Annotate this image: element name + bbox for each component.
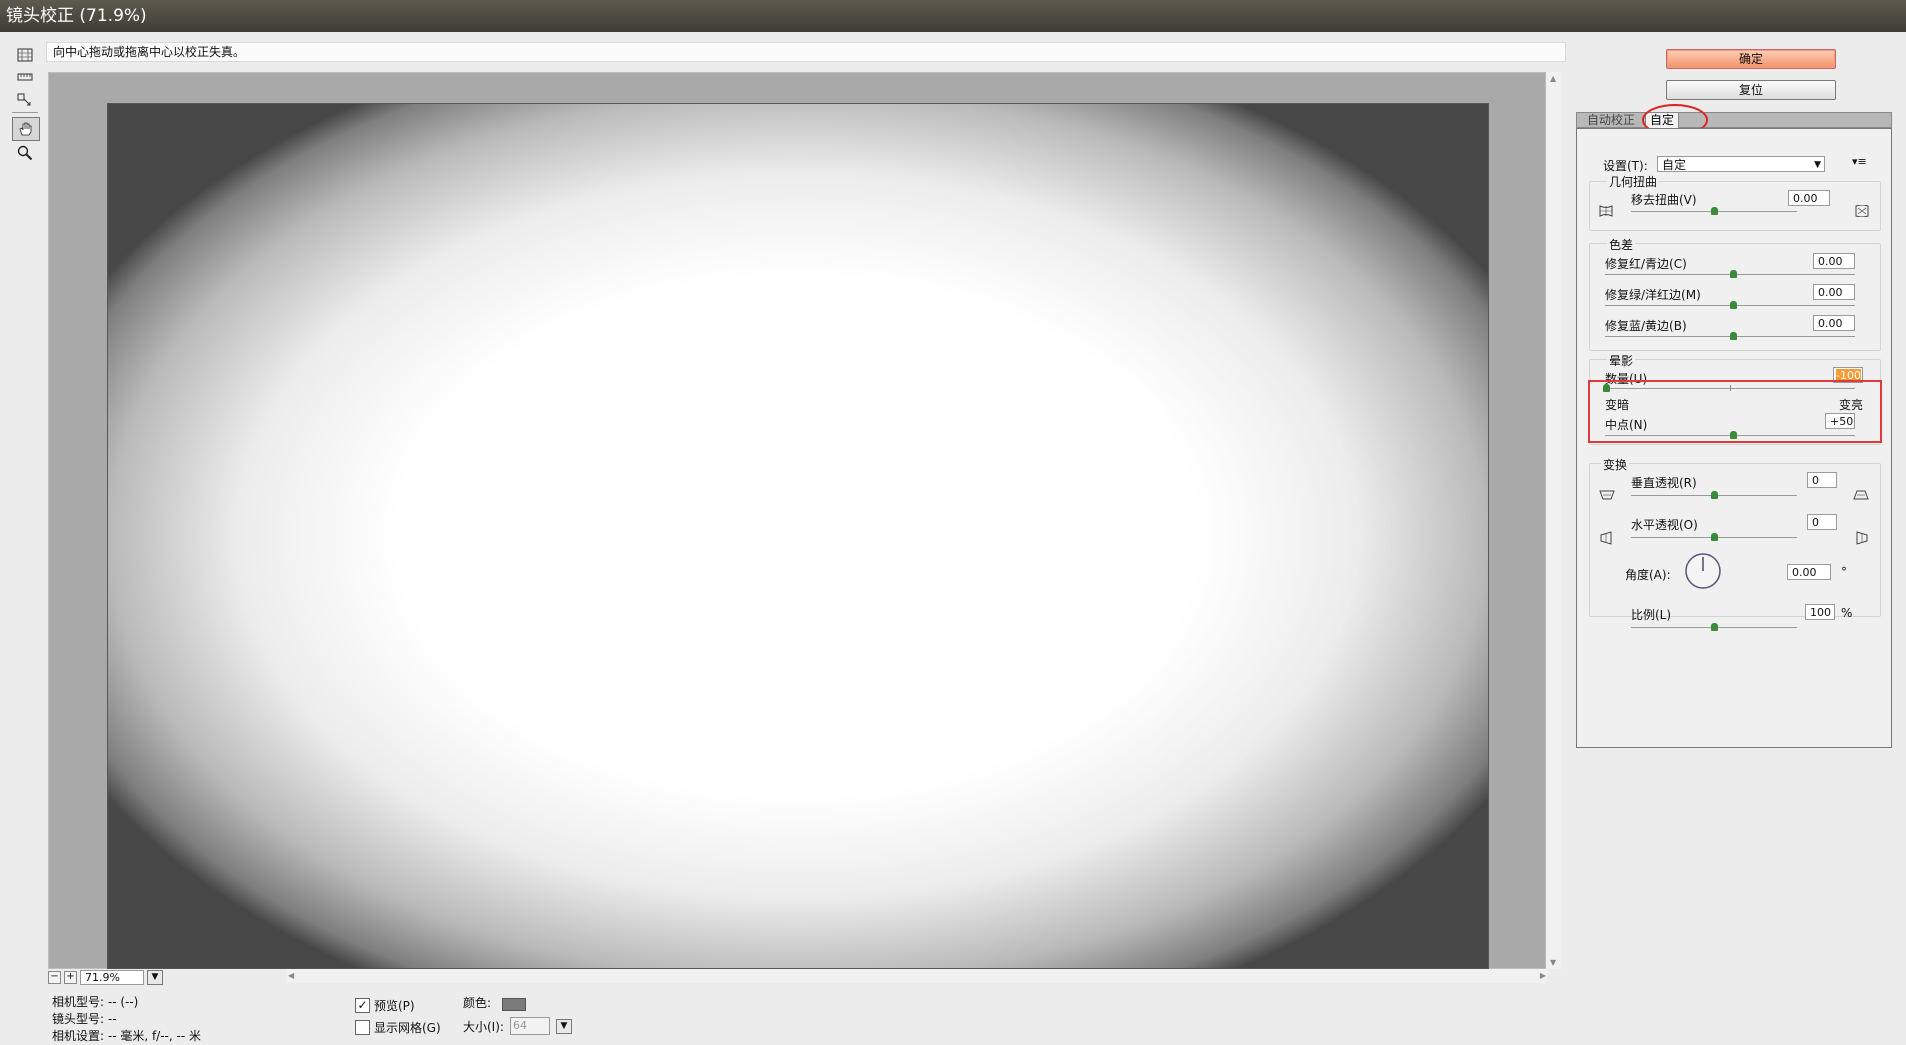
window-title-bar: 镜头校正 (71.9%) [0, 0, 1906, 32]
correction-tabs: 自动校正 自定 [1576, 112, 1892, 129]
zoom-tool-icon[interactable] [12, 141, 38, 163]
preview-options: ✓ 预览(P) 显示网格(G) [355, 994, 441, 1038]
scale-input[interactable]: 100 [1805, 604, 1835, 620]
horizontal-perspective-input[interactable]: 0 [1807, 514, 1837, 530]
fix-green-magenta-input[interactable]: 0.00 [1813, 284, 1855, 300]
fix-blue-yellow-slider-thumb[interactable] [1730, 332, 1737, 340]
grid-color-label: 颜色: [463, 996, 492, 1010]
hint-bar: 向中心拖动或拖离中心以校正失真。 [46, 42, 1566, 62]
window-title: 镜头校正 (71.9%) [6, 6, 147, 26]
horizontal-scrollbar[interactable]: ◀ ▶ [286, 969, 1548, 983]
vertical-scrollbar[interactable]: ▲ ▼ [1547, 72, 1561, 969]
angle-unit: ° [1841, 565, 1847, 579]
fix-red-cyan-input[interactable]: 0.00 [1813, 253, 1855, 269]
grid-size-label: 大小(I): [463, 1019, 504, 1034]
fix-green-magenta-slider-thumb[interactable] [1730, 301, 1737, 309]
remove-distortion-tool-icon[interactable] [12, 44, 38, 66]
transform-title: 变换 [1601, 456, 1630, 473]
lens-correction-dialog: 向中心拖动或拖离中心以校正失真。 ▲ ▼ ◀ ▶ − + 71.9% ▼ 相机型… [0, 32, 1906, 1043]
show-grid-label: 显示网格(G) [374, 1020, 441, 1035]
remove-distortion-slider-thumb[interactable] [1711, 207, 1718, 215]
grid-size-row: 大小(I): 64 ▼ [463, 1017, 572, 1035]
vertical-perspective-right-icon [1853, 489, 1869, 504]
horizontal-perspective-right-icon [1855, 531, 1869, 548]
preview-image [107, 103, 1489, 969]
lens-model-text: 镜头型号: -- [52, 1012, 117, 1026]
zoom-out-button[interactable]: − [48, 970, 61, 984]
scroll-down-arrow-icon[interactable]: ▼ [1550, 958, 1556, 967]
camera-info: 相机型号: -- (--) 镜头型号: -- 相机设置: -- 毫米, f/--… [52, 994, 201, 1045]
camera-settings-text: 相机设置: -- 毫米, f/--, -- 米 [52, 1029, 201, 1043]
tab-auto-correction[interactable]: 自动校正 [1583, 113, 1639, 128]
settings-menu-icon[interactable]: ▾≡ [1852, 155, 1867, 168]
scroll-up-arrow-icon[interactable]: ▲ [1550, 74, 1556, 83]
grid-size-dropdown-icon[interactable]: ▼ [555, 1018, 572, 1034]
show-grid-checkbox[interactable] [355, 1019, 370, 1035]
vignette-title: 晕影 [1607, 352, 1636, 369]
ok-button[interactable]: 确定 [1666, 49, 1836, 69]
camera-model-text: 相机型号: -- (--) [52, 995, 139, 1009]
straighten-tool-icon[interactable] [12, 66, 38, 88]
zoom-level-field[interactable]: 71.9% [80, 969, 144, 985]
horizontal-perspective-label: 水平透视(O) [1631, 518, 1698, 532]
preview-canvas[interactable] [48, 72, 1546, 969]
vertical-perspective-label: 垂直透视(R) [1631, 476, 1697, 490]
chromatic-aberration-title: 色差 [1607, 236, 1636, 253]
fix-red-cyan-slider-thumb[interactable] [1730, 270, 1737, 278]
scroll-left-arrow-icon[interactable]: ◀ [288, 971, 294, 980]
scroll-right-arrow-icon[interactable]: ▶ [1540, 971, 1546, 980]
vertical-perspective-left-icon [1599, 489, 1615, 504]
fix-green-magenta-label: 修复绿/洋红边(M) [1605, 288, 1701, 302]
grid-color-swatch[interactable] [502, 998, 526, 1011]
scale-label: 比例(L) [1631, 608, 1672, 622]
remove-distortion-label: 移去扭曲(V) [1631, 193, 1697, 207]
hand-tool-icon[interactable] [12, 117, 40, 141]
geometric-distortion-title: 几何扭曲 [1607, 173, 1660, 190]
settings-value: 自定 [1662, 158, 1687, 172]
remove-distortion-input[interactable]: 0.00 [1788, 190, 1830, 206]
barrel-icon [1855, 204, 1869, 220]
tool-separator [12, 112, 38, 113]
scale-slider-thumb[interactable] [1711, 623, 1718, 631]
angle-input[interactable]: 0.00 [1787, 564, 1831, 580]
chevron-down-icon: ▼ [1814, 160, 1821, 170]
angle-label: 角度(A): [1625, 568, 1671, 582]
horizontal-perspective-left-icon [1599, 531, 1613, 548]
reset-button[interactable]: 复位 [1666, 80, 1836, 100]
hint-text: 向中心拖动或拖离中心以校正失真。 [53, 45, 246, 59]
fix-blue-yellow-input[interactable]: 0.00 [1813, 315, 1855, 331]
fix-blue-yellow-label: 修复蓝/黄边(B) [1605, 319, 1687, 333]
preview-checkbox[interactable]: ✓ [355, 997, 370, 1013]
zoom-dropdown-button[interactable]: ▼ [147, 969, 163, 985]
move-grid-tool-icon[interactable] [12, 88, 38, 110]
scale-unit: % [1841, 606, 1853, 620]
zoom-controls: − + 71.9% ▼ [48, 969, 163, 985]
vertical-perspective-slider-thumb[interactable] [1711, 491, 1718, 499]
settings-label: 设置(T): [1603, 159, 1648, 173]
annotation-box [1588, 380, 1882, 443]
vertical-perspective-input[interactable]: 0 [1807, 472, 1837, 488]
preview-label: 预览(P) [374, 998, 415, 1013]
pincushion-icon [1599, 205, 1613, 220]
settings-select[interactable]: 自定 ▼ [1657, 156, 1825, 172]
tool-strip [12, 44, 42, 163]
fix-red-cyan-label: 修复红/青边(C) [1605, 257, 1687, 271]
horizontal-perspective-slider-thumb[interactable] [1711, 533, 1718, 541]
zoom-in-button[interactable]: + [64, 970, 77, 984]
grid-size-select[interactable]: 64 [509, 1017, 550, 1035]
angle-dial-icon[interactable] [1684, 552, 1722, 593]
